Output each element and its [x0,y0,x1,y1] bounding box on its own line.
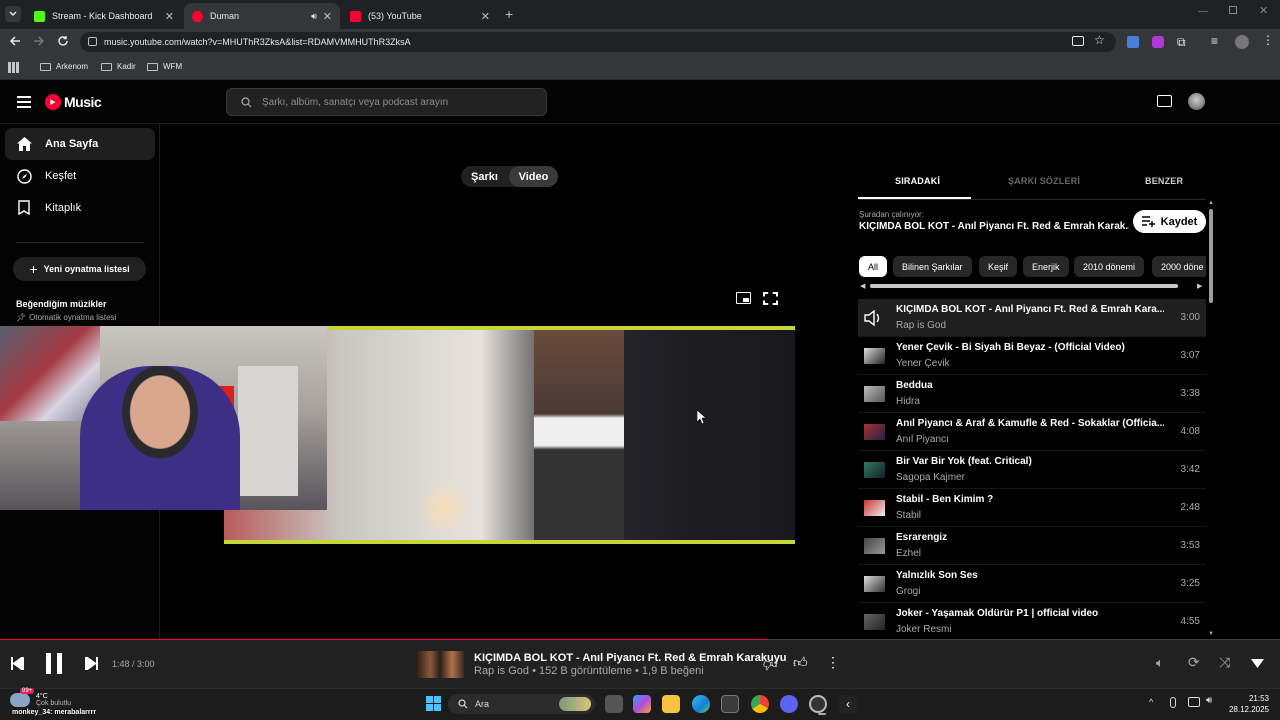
queue-item-title: KIÇIMDA BOL KOT - Anıl Piyancı Ft. Red &… [896,304,1164,315]
queue-item-artist: Anıl Piyancı [896,434,949,445]
pause-icon[interactable] [45,653,63,674]
search-highlight-icon [559,697,591,711]
player-bar: 1:48 / 3:00 KIÇIMDA BOL KOT - Anıl Piyan… [0,640,1280,688]
shuffle-icon[interactable]: ⤨ [1219,654,1230,671]
queue-item-duration: 3:07 [1180,350,1200,361]
notification-badge: 99+ [20,688,35,694]
queue-item[interactable]: Beddua Hidra 3:38 [858,375,1206,413]
file-explorer-icon[interactable] [662,695,680,713]
copilot-icon[interactable] [633,695,651,713]
queue-item-title: Stabil - Ben Kimim ? [896,494,994,505]
mouse-cursor-icon [697,410,706,424]
queue-scrollbar[interactable] [1209,209,1213,303]
queue-item-title: Joker - Yaşamak Öldürür P1 | official vi… [896,608,1099,619]
queue-item-title: Bir Var Bir Yok (feat. Critical) [896,456,1032,467]
scroll-down-arrow-icon[interactable]: ▼ [1208,631,1214,637]
queue-item-thumbnail [864,348,885,364]
volume-icon[interactable]: 🔈︎ [1156,655,1164,671]
microphone-icon[interactable] [1170,697,1176,708]
queue-item[interactable]: Yener Çevik - Bi Siyah Bi Beyaz - (Offic… [858,337,1206,375]
clock[interactable]: 21:53 28.12.2025 [1227,693,1269,715]
clock-date: 28.12.2025 [1228,705,1269,714]
clock-time: 21:53 [1248,694,1269,703]
queue-item[interactable]: Stabil - Ben Kimim ? Stabil 2:48 [858,489,1206,527]
speaker-icon[interactable]: 🔊︎ [1206,695,1212,706]
queue-item-duration: 3:42 [1180,464,1200,475]
stream-chat-overlay: monkey_34: merabalarrrr [12,709,97,716]
previous-icon[interactable] [10,657,24,670]
next-icon[interactable] [85,657,99,670]
expand-player-icon[interactable] [1251,659,1264,668]
queue-item-artist: Sagopa Kajmer [896,472,965,483]
queue-item-title: Anıl Piyancı & Araf & Kamufle & Red - So… [896,418,1164,429]
weather-widget[interactable]: 99+ 4°C Çok bulutlu [10,688,72,707]
now-playing-title[interactable]: KIÇIMDA BOL KOT - Anıl Piyancı Ft. Red &… [474,652,787,664]
tray-chevron-icon[interactable]: ^ [1149,697,1153,707]
task-view-icon[interactable] [605,695,623,713]
queue-item-thumbnail [864,462,885,478]
queue-item-title: Yener Çevik - Bi Siyah Bi Beyaz - (Offic… [896,342,1125,353]
queue-item-duration: 3:38 [1180,388,1200,399]
discord-icon[interactable] [780,695,798,713]
wifi-icon[interactable] [1188,697,1200,707]
repeat-icon[interactable]: ⟳ [1188,654,1200,671]
queue-item-thumbnail [864,538,885,554]
time-display: 1:48 / 3:00 [112,659,155,669]
queue-item[interactable]: KIÇIMDA BOL KOT - Anıl Piyancı Ft. Red &… [858,299,1206,337]
queue-list: KIÇIMDA BOL KOT - Anıl Piyancı Ft. Red &… [0,0,1280,640]
queue-item-artist: Grogi [896,586,921,597]
queue-item[interactable]: Yalnızlık Son Ses Grogi 3:25 [858,565,1206,603]
queue-item-thumbnail [864,614,885,630]
queue-item-artist: Stabil [896,510,922,521]
queue-item-duration: 4:08 [1180,426,1200,437]
queue-item[interactable]: Bir Var Bir Yok (feat. Critical) Sagopa K… [858,451,1206,489]
like-icon[interactable]: 👍︎ [793,654,808,671]
queue-item-title: Yalnızlık Son Ses [896,570,978,581]
queue-item-duration: 3:00 [1180,312,1200,323]
queue-item-duration: 4:55 [1180,616,1200,627]
queue-item-artist: Ezhel [896,548,922,559]
queue-item-thumbnail [864,576,885,592]
queue-item-artist: Hidra [896,396,920,407]
active-app-indicator [818,713,826,715]
chrome-icon[interactable] [751,695,769,713]
queue-item-thumbnail [864,386,885,402]
scroll-up-arrow-icon[interactable]: ▲ [1208,200,1214,206]
store-icon[interactable] [721,695,739,713]
start-button[interactable] [426,696,441,711]
weather-temp: 4°C [36,693,48,700]
queue-item-title: Beddua [896,380,933,391]
queue-item[interactable]: Anıl Piyancı & Araf & Kamufle & Red - So… [858,413,1206,451]
dislike-icon[interactable]: 👍︎ [763,656,778,673]
queue-item-title: Esrarengiz [896,532,948,543]
cloud-icon: 99+ [10,688,35,707]
queue-item-thumbnail [864,424,885,440]
app-icon[interactable]: ‹ [839,695,857,713]
queue-item-artist: Joker Resmi [896,624,952,635]
obs-icon[interactable] [809,695,827,713]
now-playing-speaker-icon [864,310,885,326]
weather-desc: Çok bulutlu [36,700,72,707]
queue-item-duration: 2:48 [1180,502,1200,513]
taskbar-search-label: Ara [475,699,490,709]
queue-item-artist: Yener Çevik [896,358,950,369]
edge-icon[interactable] [692,695,710,713]
search-icon [458,699,468,709]
queue-item-duration: 3:25 [1180,578,1200,589]
queue-item[interactable]: Joker - Yaşamak Öldürür P1 | official vi… [858,603,1206,640]
now-playing-subtitle: Rap is God • 152 B görüntüleme • 1,9 B b… [474,665,704,677]
queue-item[interactable]: Esrarengiz Ezhel 3:53 [858,527,1206,565]
now-playing-thumbnail[interactable] [416,651,464,678]
more-options-icon[interactable]: ⋮ [826,654,840,671]
queue-item-thumbnail [864,500,885,516]
queue-item-duration: 3:53 [1180,540,1200,551]
queue-item-artist: Rap is God [896,320,947,331]
taskbar-search[interactable]: Ara [448,694,595,714]
